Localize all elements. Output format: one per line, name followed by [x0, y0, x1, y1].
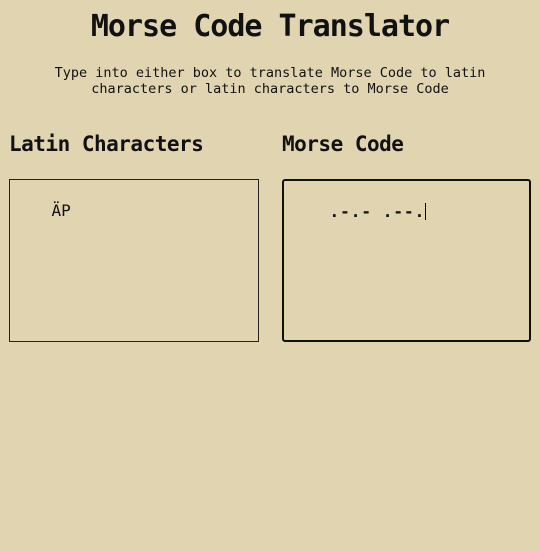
resize-handle-icon[interactable] — [248, 331, 257, 340]
page-subtitle: Type into either box to translate Morse … — [54, 65, 486, 97]
text-caret — [425, 203, 427, 220]
latin-panel: Latin Characters ÄP — [9, 128, 259, 342]
morse-heading: Morse Code — [282, 132, 404, 156]
latin-textarea-value: ÄP — [51, 201, 71, 220]
latin-heading: Latin Characters — [9, 132, 204, 156]
morse-panel: Morse Code .-.- .--. — [282, 128, 531, 342]
latin-textarea[interactable]: ÄP — [9, 179, 259, 342]
page-title: Morse Code Translator — [90, 9, 450, 44]
morse-textarea-value: .-.- .--. — [329, 202, 426, 221]
morse-textarea[interactable]: .-.- .--. — [282, 179, 531, 342]
resize-handle-icon[interactable] — [519, 330, 528, 339]
